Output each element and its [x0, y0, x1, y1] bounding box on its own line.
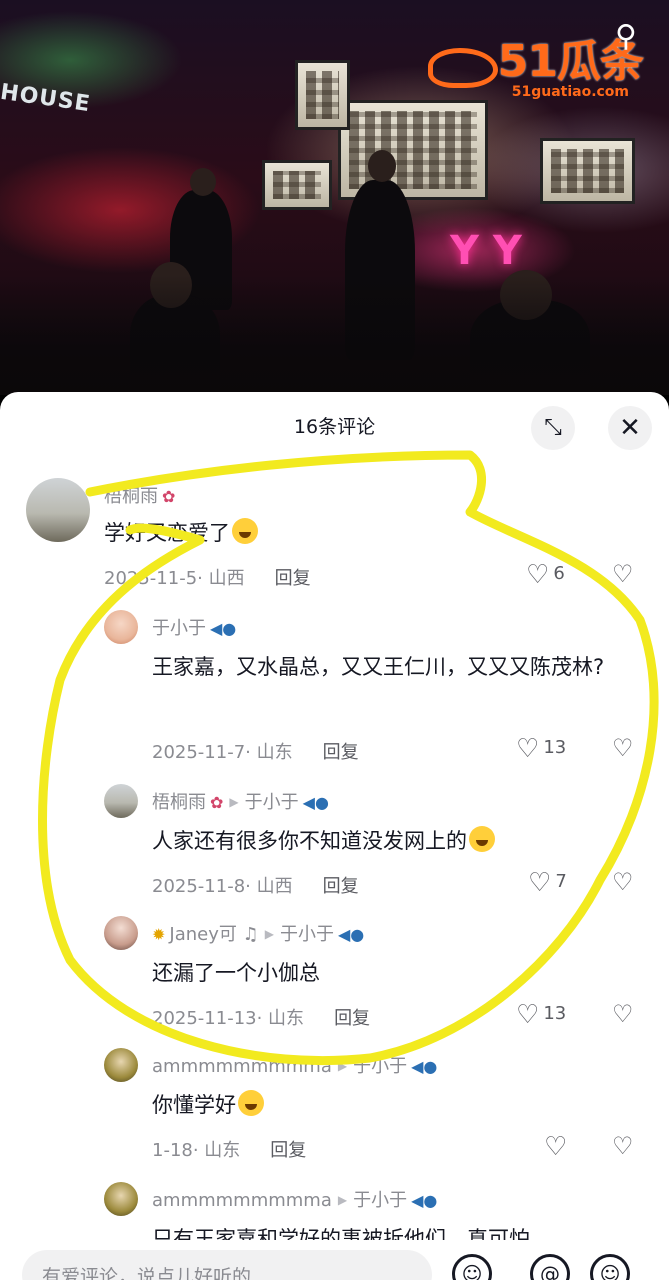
flower-icon: ✿ — [210, 793, 224, 812]
dislike-icon[interactable]: ♡ — [612, 560, 634, 588]
like-button[interactable]: ♡ 6 — [526, 560, 565, 590]
avatar[interactable] — [104, 784, 138, 818]
like-button[interactable]: ♡ 7 — [528, 868, 567, 898]
video-screen-2 — [540, 138, 635, 204]
search-icon[interactable]: ⚲ — [609, 20, 643, 54]
reply-button[interactable]: 回复 — [270, 1140, 306, 1161]
reply-arrow-icon: ▶ — [264, 927, 274, 941]
comment-meta: 2025-11-13· 山东 回复 — [152, 1008, 371, 1029]
reply-button[interactable]: 回复 — [275, 568, 311, 589]
heart-icon: ♡ — [544, 1132, 568, 1162]
comment-text: 你懂学好 — [152, 1086, 642, 1124]
reply-arrow-icon: ▶ — [229, 795, 239, 809]
video-screen-4 — [295, 60, 350, 130]
comment-text: 学好又恋爱了 — [104, 514, 574, 552]
heart-icon: ♡ — [516, 734, 540, 764]
comment-meta: 1-18· 山东 回复 — [152, 1140, 307, 1161]
reply-arrow-icon: ▶ — [337, 1193, 348, 1207]
comment-input[interactable]: 有爱评论，说点儿好听的 — [22, 1250, 432, 1280]
reply-item: 于小于 ◀● 王家嘉，又水晶总，又又王仁川，又又又陈茂林? 2025-11-7· … — [0, 608, 669, 768]
comment-author[interactable]: 梧桐雨 ✿ — [104, 482, 175, 508]
comment-item: 梧桐雨 ✿ 学好又恋爱了 2025-11-5· 山西 回复 ♡ 6 ♡ — [0, 476, 669, 596]
like-button[interactable]: ♡ — [544, 1132, 571, 1162]
laugh-cry-emoji-icon — [232, 518, 258, 544]
reply-button[interactable]: 回复 — [334, 1008, 370, 1029]
comment-meta: 2025-11-5· 山西 回复 — [104, 568, 311, 589]
comment-author[interactable]: 于小于 ◀● — [152, 614, 236, 640]
video-screen-1 — [338, 100, 488, 200]
avatar[interactable] — [26, 478, 90, 542]
dislike-icon[interactable]: ♡ — [612, 734, 634, 762]
laugh-cry-emoji-icon — [238, 1090, 264, 1116]
avatar[interactable] — [104, 610, 138, 644]
dislike-icon[interactable]: ♡ — [612, 1132, 634, 1160]
comment-author[interactable]: ammmmmmmmma ▶ 于小于 ◀● — [152, 1052, 437, 1078]
sunflower-icon: ✹ — [152, 925, 166, 944]
heart-icon: ♡ — [528, 868, 552, 898]
video-player[interactable]: HOUSE Y Y 51瓜条 51guatiao.com ⚲ — [0, 0, 669, 395]
like-button[interactable]: ♡ 13 — [516, 734, 566, 764]
laugh-cry-emoji-icon — [469, 826, 495, 852]
close-icon[interactable]: ✕ — [608, 406, 652, 450]
fish-icon: ◀● — [411, 1057, 438, 1076]
fish-icon: ◀● — [210, 619, 237, 638]
comment-meta: 2025-11-8· 山西 回复 — [152, 876, 359, 897]
fish-icon: ◀● — [411, 1191, 438, 1210]
comment-author[interactable]: 梧桐雨 ✿ ▶ 于小于 ◀● — [152, 788, 329, 814]
comment-author[interactable]: ✹ Janey可 ♫ ▶ 于小于 ◀● — [152, 920, 364, 946]
dislike-icon[interactable]: ♡ — [612, 1000, 634, 1028]
reply-arrow-icon: ▶ — [337, 1059, 348, 1073]
heart-icon: ♡ — [516, 1000, 540, 1030]
comment-input-bar: 有爱评论，说点儿好听的 ☺ @ ☺ — [0, 1240, 669, 1280]
expand-icon[interactable]: ⤡ — [531, 406, 575, 450]
like-button[interactable]: ♡ 13 — [516, 1000, 566, 1030]
comment-text: 只有王家嘉和学好的事被拆他们…真可怕 — [152, 1227, 530, 1242]
reply-item: ✹ Janey可 ♫ ▶ 于小于 ◀● 还漏了一个小伽总 2025-11-13· 山东回… — [0, 914, 669, 1034]
comment-text: 还漏了一个小伽总 — [152, 961, 320, 985]
heart-icon: ♡ — [526, 560, 550, 590]
emoji-icon[interactable]: ☺ — [452, 1254, 492, 1280]
avatar[interactable] — [104, 916, 138, 950]
sticker-icon[interactable]: ☺ — [590, 1254, 630, 1280]
video-neon: Y Y — [450, 228, 522, 274]
comment-text: 王家嘉，又水晶总，又又王仁川，又又又陈茂林? — [152, 655, 605, 679]
comment-sheet: 16条评论 ⤡ ✕ 梧桐雨 ✿ 学好又恋爱了 2025-11-5· 山西 回复 ♡ 6… — [0, 392, 669, 1280]
comment-text: 人家还有很多你不知道没发网上的 — [152, 822, 642, 860]
fish-icon: ◀● — [337, 925, 365, 944]
comment-meta: 2025-11-7· 山东 回复 — [152, 742, 359, 763]
reply-item: ammmmmmmmma ▶ 于小于 ◀● 你懂学好 1-18· 山东 回复 ♡ ♡ — [0, 1046, 669, 1166]
reply-button[interactable]: 回复 — [323, 876, 359, 897]
dislike-icon[interactable]: ♡ — [612, 868, 634, 896]
reply-button[interactable]: 回复 — [323, 742, 359, 763]
comment-author[interactable]: ammmmmmmmma ▶ 于小于 ◀● — [152, 1186, 437, 1212]
mention-icon[interactable]: @ — [530, 1254, 570, 1280]
reply-item: 梧桐雨 ✿ ▶ 于小于 ◀● 人家还有很多你不知道没发网上的 2025-11-8· 山西… — [0, 782, 669, 902]
video-screen-3 — [262, 160, 332, 210]
fish-icon: ◀● — [302, 793, 329, 812]
avatar[interactable] — [104, 1048, 138, 1082]
music-note-icon: ♫ — [236, 924, 259, 945]
video-sign: HOUSE — [0, 79, 93, 118]
flower-icon: ✿ — [162, 487, 176, 506]
fish-logo-icon — [427, 48, 498, 88]
avatar[interactable] — [104, 1182, 138, 1216]
